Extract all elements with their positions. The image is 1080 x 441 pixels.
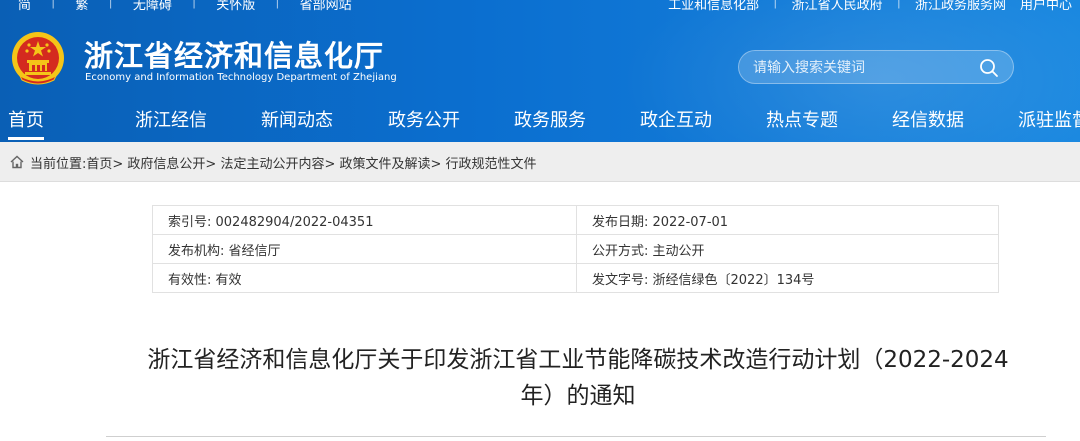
care-mode-link[interactable]: 关怀版 bbox=[216, 0, 275, 13]
issuing-agency: 发布机构: 省经信厅 bbox=[152, 234, 577, 264]
zj-gov-link[interactable]: 浙江省人民政府 bbox=[778, 0, 883, 13]
user-center-link[interactable]: 用户中心 bbox=[1006, 0, 1072, 13]
article-title-line: 浙江省经济和信息化厅关于印发浙江省工业节能降碳技术改造行动计划（2022-202… bbox=[147, 347, 1009, 373]
ministry-sites-link[interactable]: 省部网站 bbox=[300, 0, 372, 13]
nav-topics[interactable]: 热点专题 bbox=[766, 100, 838, 142]
disclosure-mode: 公开方式: 主动公开 bbox=[576, 234, 999, 264]
top-links-bar: 简 | 繁 | 无障碍 | 关怀版 | 省部网站 工业和信息化部 | 浙江省人民… bbox=[0, 0, 1080, 13]
nav-data[interactable]: 经信数据 bbox=[892, 100, 964, 142]
table-row: 发布机构: 省经信厅 公开方式: 主动公开 bbox=[152, 234, 999, 264]
title-divider bbox=[106, 436, 1046, 437]
simplified-link[interactable]: 简 bbox=[18, 0, 51, 13]
divider: | bbox=[773, 0, 778, 9]
breadcrumb-path[interactable]: 首页> 政府信息公开> 法定主动公开内容> 政策文件及解读> 行政规范性文件 bbox=[86, 157, 536, 172]
site-title[interactable]: 浙江省经济和信息化厅 bbox=[84, 33, 384, 75]
home-icon bbox=[10, 155, 24, 169]
publish-date: 发布日期: 2022-07-01 bbox=[576, 205, 999, 235]
breadcrumb-label: 当前位置: bbox=[30, 157, 87, 172]
site-header: 简 | 繁 | 无障碍 | 关怀版 | 省部网站 工业和信息化部 | 浙江省人民… bbox=[0, 0, 1080, 142]
nav-supervision[interactable]: 派驻监督 bbox=[1018, 100, 1080, 142]
zj-service-link[interactable]: 浙江政务服务网 bbox=[901, 0, 1006, 13]
search-box bbox=[738, 50, 1014, 84]
divider: | bbox=[275, 0, 280, 9]
nav-news[interactable]: 新闻动态 bbox=[261, 100, 333, 142]
divider: | bbox=[896, 0, 901, 9]
breadcrumb: 当前位置:首页> 政府信息公开> 法定主动公开内容> 政策文件及解读> 行政规范… bbox=[0, 142, 1080, 182]
document-number: 发文字号: 浙经信绿色〔2022〕134号 bbox=[576, 263, 999, 293]
validity-status: 有效性: 有效 bbox=[152, 263, 577, 293]
top-links-right: 工业和信息化部 | 浙江省人民政府 | 浙江政务服务网 用户中心 bbox=[654, 0, 1072, 13]
miit-link[interactable]: 工业和信息化部 bbox=[654, 0, 759, 13]
divider: | bbox=[191, 0, 197, 9]
accessibility-link[interactable]: 无障碍 bbox=[133, 0, 192, 13]
document-metadata-table: 索引号: 002482904/2022-04351 发布日期: 2022-07-… bbox=[152, 205, 999, 293]
index-number: 索引号: 002482904/2022-04351 bbox=[152, 205, 577, 235]
divider: | bbox=[51, 0, 56, 9]
article-title-line: 年）的通知 bbox=[520, 383, 636, 409]
divider: | bbox=[108, 0, 113, 9]
nav-home[interactable]: 首页 bbox=[8, 100, 44, 142]
search-icon[interactable] bbox=[979, 58, 999, 78]
nav-interaction[interactable]: 政企互动 bbox=[640, 100, 712, 142]
traditional-link[interactable]: 繁 bbox=[75, 0, 108, 13]
nav-zhejiang-jingxin[interactable]: 浙江经信 bbox=[135, 100, 207, 142]
table-row: 索引号: 002482904/2022-04351 发布日期: 2022-07-… bbox=[152, 205, 999, 235]
table-row: 有效性: 有效 发文字号: 浙经信绿色〔2022〕134号 bbox=[152, 263, 999, 293]
search-input[interactable] bbox=[753, 58, 973, 78]
site-subtitle: Economy and Information Technology Depar… bbox=[85, 72, 397, 83]
nav-gov-services[interactable]: 政务服务 bbox=[514, 100, 586, 142]
breadcrumb-text: 当前位置:首页> 政府信息公开> 法定主动公开内容> 政策文件及解读> 行政规范… bbox=[30, 153, 537, 172]
national-emblem-icon[interactable] bbox=[10, 28, 66, 88]
main-nav: 首页 浙江经信 新闻动态 政务公开 政务服务 政企互动 热点专题 经信数据 派驻… bbox=[0, 100, 1080, 142]
top-links-left: 简 | 繁 | 无障碍 | 关怀版 | 省部网站 bbox=[18, 0, 372, 13]
article-title: 浙江省经济和信息化厅关于印发浙江省工业节能降碳技术改造行动计划（2022-202… bbox=[100, 342, 1056, 414]
nav-gov-affairs-open[interactable]: 政务公开 bbox=[388, 100, 460, 142]
